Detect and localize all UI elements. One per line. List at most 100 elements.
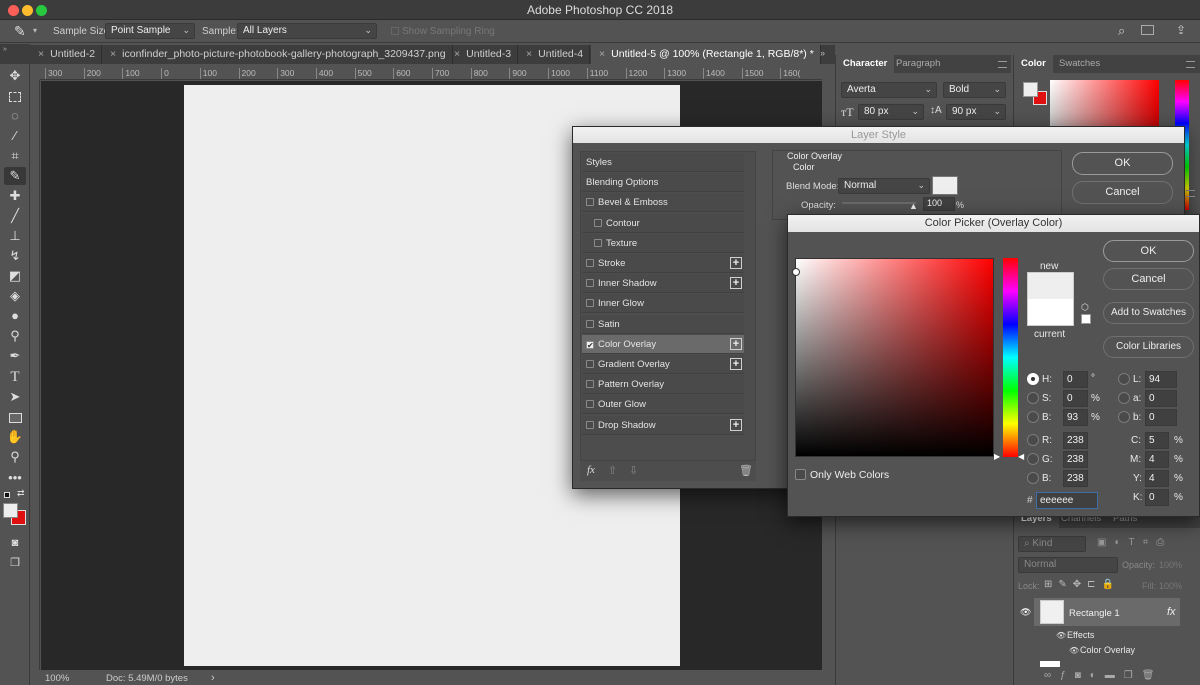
add-effect-plus-icon[interactable]: + [730,277,742,290]
style-checkbox[interactable] [586,400,594,409]
cyan-field[interactable]: 5 [1145,432,1169,449]
style-checkbox[interactable]: ✔ [586,340,594,349]
color-panel-field[interactable] [1050,80,1159,126]
brightness-radio[interactable] [1027,411,1039,423]
hue-radio[interactable] [1027,373,1039,385]
lab-b-radio[interactable] [1118,411,1130,423]
close-tab-icon[interactable]: × [526,48,532,60]
lab-a-radio[interactable] [1118,392,1130,404]
tab-untitled-4[interactable]: × Untitled-4 [518,45,591,64]
saturation-radio[interactable] [1027,392,1039,404]
style-checkbox[interactable] [586,198,594,207]
crop-tool-icon[interactable]: ⌗ [4,147,26,165]
style-checkbox[interactable] [594,218,602,227]
style-item-stroke[interactable]: Stroke + [582,254,744,273]
layer-filter-icons[interactable]: ▣◐T⌗⎙ [1097,537,1172,548]
sample-select[interactable]: All Layers ⌄ [237,23,377,39]
swap-colors-icon[interactable]: ⇄ [17,488,25,499]
type-tool-icon[interactable]: T [4,368,26,386]
status-menu-arrow-icon[interactable]: › [211,672,215,684]
add-effect-plus-icon[interactable]: + [730,337,742,350]
style-item-inner-glow[interactable]: Inner Glow [582,294,744,314]
share-icon[interactable]: ⇪ [1176,23,1186,37]
marquee-tool-icon[interactable] [4,87,26,105]
panel-menu-icon[interactable] [998,61,1007,68]
move-down-icon[interactable]: ⇩ [629,464,638,477]
style-checkbox[interactable] [586,279,594,288]
color-field[interactable] [795,258,994,457]
opacity-slider-handle[interactable]: ▲ [909,201,918,211]
style-checkbox[interactable] [586,420,594,429]
color-overlay-eye-icon[interactable]: 👁 [1069,646,1079,655]
sampling-ring-checkbox[interactable] [391,27,399,35]
red-field[interactable]: 238 [1063,432,1088,449]
effects-label[interactable]: Effects [1067,630,1094,640]
zoom-level[interactable]: 100% [45,673,69,684]
font-size-field[interactable]: 80 px ⌄ [858,104,924,120]
overlay-color-swatch[interactable] [932,176,958,195]
magenta-field[interactable]: 4 [1145,451,1169,468]
hand-tool-icon[interactable]: ✋ [4,428,26,446]
opacity-field[interactable]: 100 [923,197,955,211]
path-selection-tool-icon[interactable]: ➤ [4,388,26,406]
panel-menu-icon[interactable] [1186,190,1195,197]
brush-tool-icon[interactable]: ╱ [4,207,26,225]
default-colors-icon[interactable] [4,492,10,498]
blur-tool-icon[interactable]: ● [4,307,26,325]
stamp-tool-icon[interactable]: ⊥ [4,227,26,245]
style-item-gradient-overlay[interactable]: Gradient Overlay + [582,355,744,374]
green-radio[interactable] [1027,453,1039,465]
collapse-toolbox-icon[interactable]: » [0,44,30,64]
color-field-marker[interactable] [792,268,800,276]
font-family-select[interactable]: Averta ⌄ [841,82,937,98]
style-checkbox[interactable] [586,299,594,308]
style-item-contour[interactable]: Contour [582,213,744,233]
pen-tool-icon[interactable]: ✒ [4,347,26,365]
blue-radio[interactable] [1027,472,1039,484]
black-field[interactable]: 0 [1145,489,1169,506]
delete-effect-icon[interactable]: 🗑 [739,464,753,477]
move-up-icon[interactable]: ⇧ [608,464,617,477]
lab-l-radio[interactable] [1118,373,1130,385]
layer-filter-select[interactable]: ⌕ Kind [1018,536,1086,552]
hue-slider-right-arrow-icon[interactable]: ◀ [1018,452,1024,461]
color-picker-cancel-button[interactable]: Cancel [1103,268,1194,290]
style-checkbox[interactable] [586,319,594,328]
style-checkbox[interactable] [594,238,602,247]
only-web-colors-checkbox[interactable] [795,469,806,480]
lab-a-field[interactable]: 0 [1145,390,1177,407]
fx-menu-button[interactable]: fx [587,464,595,476]
add-effect-plus-icon[interactable]: + [730,358,742,370]
layer-blend-mode-select[interactable]: Normal [1018,557,1118,573]
foreground-color-swatch[interactable] [3,503,18,518]
tab-iconfinder-png[interactable]: × iconfinder_photo-picture-photobook-gall… [102,45,453,64]
red-radio[interactable] [1027,434,1039,446]
layers-footer-icons[interactable]: ∞ƒ◙◐▬❐🗑 [1044,670,1163,681]
saturation-field[interactable]: 0 [1063,390,1088,407]
close-tab-icon[interactable]: × [454,48,460,60]
leading-field[interactable]: 90 px ⌄ [946,104,1006,120]
style-item-bevel-emboss[interactable]: Bevel & Emboss [582,193,744,213]
hue-slider[interactable] [1003,258,1018,457]
panel-foreground-swatch[interactable] [1023,82,1038,97]
lasso-tool-icon[interactable]: ◌ [4,107,26,125]
style-item-satin[interactable]: Satin [582,314,744,334]
tab-character[interactable]: Character [836,55,895,73]
color-libraries-button[interactable]: Color Libraries [1103,336,1194,358]
style-item-color-overlay[interactable]: ✔ Color Overlay + [582,334,744,354]
tab-paragraph[interactable]: Paragraph [889,55,947,73]
tab-swatches[interactable]: Swatches [1052,55,1107,73]
dodge-tool-icon[interactable]: ⚲ [4,327,26,345]
layer-name[interactable]: Rectangle 1 [1069,608,1120,619]
close-tab-icon[interactable]: × [599,48,605,60]
paint-bucket-tool-icon[interactable]: ◈ [4,287,26,305]
green-field[interactable]: 238 [1063,451,1088,468]
style-item-outer-glow[interactable]: Outer Glow [582,395,744,415]
style-checkbox[interactable] [586,380,594,389]
lock-icons[interactable]: ⊞✎✥⊏🔒 [1044,579,1120,590]
sample-size-select[interactable]: Point Sample ⌄ [105,23,195,39]
style-item-blending-options[interactable]: Blending Options [582,173,744,193]
close-tab-icon[interactable]: × [38,48,44,60]
hue-field[interactable]: 0 [1063,371,1088,388]
current-color-preview[interactable] [1027,299,1074,326]
